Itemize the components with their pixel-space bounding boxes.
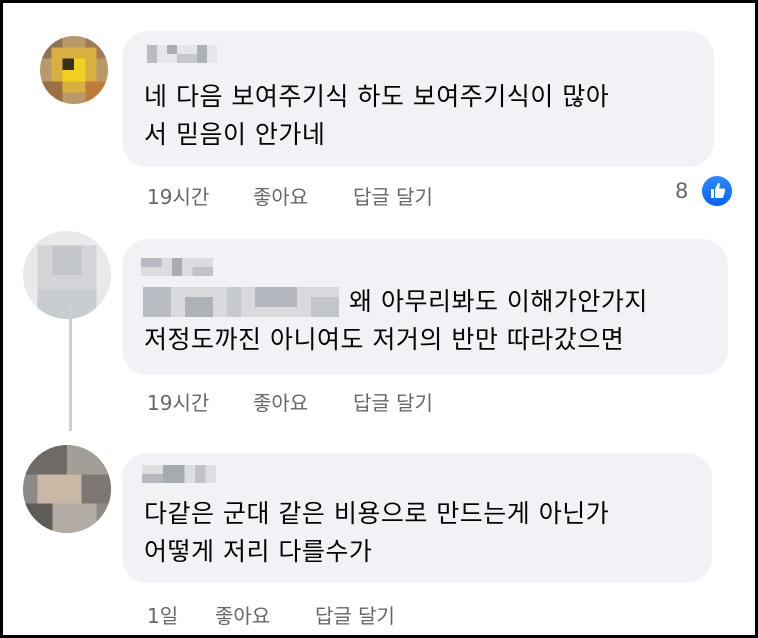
comment-text: 왜 아무리봐도 이해가안가지 저정도까진 아니여도 저거의 반만 따라갔으면 [144,283,648,359]
avatar[interactable] [40,36,108,104]
comment-line: 다같은 군대 같은 비용으로 만드는게 아닌가 [144,499,610,528]
comment-text: 네 다음 보여주기식 하도 보여주기식이 많아 서 믿음이 안가네 [144,78,609,154]
comment-time[interactable]: 1일 [147,600,178,629]
comment-time[interactable]: 19시간 [147,181,209,210]
like-button[interactable]: 좋아요 [215,600,270,629]
thumbs-up-icon[interactable] [700,174,734,208]
comment-thread: 네 다음 보여주기식 하도 보여주기식이 많아 서 믿음이 안가네 19시간 좋… [0,0,758,638]
avatar[interactable] [23,231,111,319]
like-button[interactable]: 좋아요 [253,387,308,416]
comment-line: 네 다음 보여주기식 하도 보여주기식이 많아 [144,82,610,111]
thread-line [69,303,72,431]
reply-button[interactable]: 답글 달기 [315,600,395,629]
reply-button[interactable]: 답글 달기 [353,181,433,210]
comment-line: 서 믿음이 안가네 [144,120,326,149]
comment-line: 왜 아무리봐도 이해가안가지 [349,287,648,316]
reply-button[interactable]: 답글 달기 [353,387,433,416]
comment-text: 다같은 군대 같은 비용으로 만드는게 아닌가 어떻게 저리 다를수가 [144,495,609,571]
comment-line: 어떻게 저리 다를수가 [144,537,373,566]
avatar[interactable] [23,445,111,533]
comment-time[interactable]: 19시간 [147,387,209,416]
comment-line: 저정도까진 아니여도 저거의 반만 따라갔으면 [144,325,625,354]
reaction-count[interactable]: 8 [675,179,688,203]
author-name-blurred[interactable] [147,45,217,63]
author-name-blurred[interactable] [142,465,216,483]
like-button[interactable]: 좋아요 [253,181,308,210]
author-name-blurred[interactable] [141,258,213,276]
